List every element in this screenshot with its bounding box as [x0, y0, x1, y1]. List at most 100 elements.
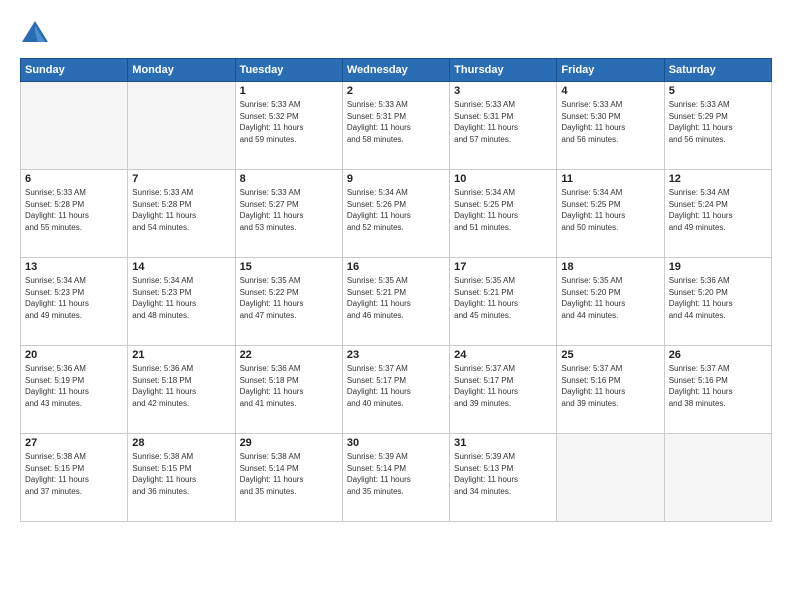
calendar-cell: 13 Sunrise: 5:34 AMSunset: 5:23 PMDayligh… — [21, 258, 128, 346]
day-info: Sunrise: 5:33 AMSunset: 5:30 PMDaylight:… — [561, 99, 659, 145]
calendar: SundayMondayTuesdayWednesdayThursdayFrid… — [20, 58, 772, 522]
day-info: Sunrise: 5:33 AMSunset: 5:28 PMDaylight:… — [25, 187, 123, 233]
calendar-week-4: 20 Sunrise: 5:36 AMSunset: 5:19 PMDayligh… — [21, 346, 772, 434]
day-info: Sunrise: 5:33 AMSunset: 5:31 PMDaylight:… — [347, 99, 445, 145]
calendar-cell: 27 Sunrise: 5:38 AMSunset: 5:15 PMDayligh… — [21, 434, 128, 522]
day-number: 8 — [240, 173, 338, 185]
day-info: Sunrise: 5:36 AMSunset: 5:18 PMDaylight:… — [132, 363, 230, 409]
calendar-week-3: 13 Sunrise: 5:34 AMSunset: 5:23 PMDayligh… — [21, 258, 772, 346]
logo — [20, 18, 56, 48]
day-number: 4 — [561, 85, 659, 97]
day-number: 3 — [454, 85, 552, 97]
calendar-cell — [664, 434, 771, 522]
day-info: Sunrise: 5:33 AMSunset: 5:32 PMDaylight:… — [240, 99, 338, 145]
calendar-cell: 20 Sunrise: 5:36 AMSunset: 5:19 PMDayligh… — [21, 346, 128, 434]
day-info: Sunrise: 5:38 AMSunset: 5:14 PMDaylight:… — [240, 451, 338, 497]
day-number: 20 — [25, 349, 123, 361]
day-number: 11 — [561, 173, 659, 185]
calendar-cell: 31 Sunrise: 5:39 AMSunset: 5:13 PMDayligh… — [450, 434, 557, 522]
day-number: 30 — [347, 437, 445, 449]
day-info: Sunrise: 5:33 AMSunset: 5:28 PMDaylight:… — [132, 187, 230, 233]
calendar-cell: 26 Sunrise: 5:37 AMSunset: 5:16 PMDayligh… — [664, 346, 771, 434]
day-info: Sunrise: 5:39 AMSunset: 5:14 PMDaylight:… — [347, 451, 445, 497]
header — [20, 18, 772, 48]
day-number: 31 — [454, 437, 552, 449]
calendar-cell: 25 Sunrise: 5:37 AMSunset: 5:16 PMDayligh… — [557, 346, 664, 434]
day-number: 6 — [25, 173, 123, 185]
day-number: 15 — [240, 261, 338, 273]
day-number: 28 — [132, 437, 230, 449]
calendar-cell: 30 Sunrise: 5:39 AMSunset: 5:14 PMDayligh… — [342, 434, 449, 522]
day-number: 24 — [454, 349, 552, 361]
calendar-cell: 9Sunrise: 5:34 AMSunset: 5:26 PMDaylight… — [342, 170, 449, 258]
day-number: 14 — [132, 261, 230, 273]
calendar-header-thursday: Thursday — [450, 59, 557, 82]
page: SundayMondayTuesdayWednesdayThursdayFrid… — [0, 0, 792, 612]
day-info: Sunrise: 5:34 AMSunset: 5:23 PMDaylight:… — [132, 275, 230, 321]
calendar-header-tuesday: Tuesday — [235, 59, 342, 82]
day-number: 10 — [454, 173, 552, 185]
calendar-cell: 29 Sunrise: 5:38 AMSunset: 5:14 PMDayligh… — [235, 434, 342, 522]
calendar-cell: 16 Sunrise: 5:35 AMSunset: 5:21 PMDayligh… — [342, 258, 449, 346]
day-number: 16 — [347, 261, 445, 273]
day-info: Sunrise: 5:38 AMSunset: 5:15 PMDaylight:… — [132, 451, 230, 497]
day-info: Sunrise: 5:37 AMSunset: 5:17 PMDaylight:… — [347, 363, 445, 409]
calendar-cell: 19Sunrise: 5:36 AMSunset: 5:20 PMDayligh… — [664, 258, 771, 346]
day-info: Sunrise: 5:37 AMSunset: 5:16 PMDaylight:… — [561, 363, 659, 409]
day-info: Sunrise: 5:34 AMSunset: 5:23 PMDaylight:… — [25, 275, 123, 321]
day-number: 27 — [25, 437, 123, 449]
calendar-cell: 21 Sunrise: 5:36 AMSunset: 5:18 PMDayligh… — [128, 346, 235, 434]
calendar-header-friday: Friday — [557, 59, 664, 82]
day-number: 13 — [25, 261, 123, 273]
calendar-cell: 22 Sunrise: 5:36 AMSunset: 5:18 PMDayligh… — [235, 346, 342, 434]
day-info: Sunrise: 5:37 AMSunset: 5:16 PMDaylight:… — [669, 363, 767, 409]
day-info: Sunrise: 5:34 AMSunset: 5:25 PMDaylight:… — [561, 187, 659, 233]
calendar-cell: 3 Sunrise: 5:33 AMSunset: 5:31 PMDaylight… — [450, 82, 557, 170]
calendar-cell — [128, 82, 235, 170]
calendar-cell: 28 Sunrise: 5:38 AMSunset: 5:15 PMDayligh… — [128, 434, 235, 522]
day-number: 18 — [561, 261, 659, 273]
day-info: Sunrise: 5:34 AMSunset: 5:25 PMDaylight:… — [454, 187, 552, 233]
day-number: 17 — [454, 261, 552, 273]
day-number: 7 — [132, 173, 230, 185]
day-number: 12 — [669, 173, 767, 185]
calendar-week-2: 6 Sunrise: 5:33 AMSunset: 5:28 PMDaylight… — [21, 170, 772, 258]
calendar-header-sunday: Sunday — [21, 59, 128, 82]
calendar-header-row: SundayMondayTuesdayWednesdayThursdayFrid… — [21, 59, 772, 82]
day-number: 5 — [669, 85, 767, 97]
logo-icon — [20, 18, 50, 48]
calendar-cell — [557, 434, 664, 522]
day-info: Sunrise: 5:38 AMSunset: 5:15 PMDaylight:… — [25, 451, 123, 497]
calendar-cell: 23 Sunrise: 5:37 AMSunset: 5:17 PMDayligh… — [342, 346, 449, 434]
day-number: 2 — [347, 85, 445, 97]
calendar-cell: 2 Sunrise: 5:33 AMSunset: 5:31 PMDaylight… — [342, 82, 449, 170]
day-number: 22 — [240, 349, 338, 361]
calendar-cell: 11 Sunrise: 5:34 AMSunset: 5:25 PMDayligh… — [557, 170, 664, 258]
day-info: Sunrise: 5:35 AMSunset: 5:21 PMDaylight:… — [454, 275, 552, 321]
day-number: 25 — [561, 349, 659, 361]
day-info: Sunrise: 5:33 AMSunset: 5:31 PMDaylight:… — [454, 99, 552, 145]
calendar-header-wednesday: Wednesday — [342, 59, 449, 82]
day-number: 23 — [347, 349, 445, 361]
day-info: Sunrise: 5:39 AMSunset: 5:13 PMDaylight:… — [454, 451, 552, 497]
calendar-cell: 10 Sunrise: 5:34 AMSunset: 5:25 PMDayligh… — [450, 170, 557, 258]
day-info: Sunrise: 5:36 AMSunset: 5:18 PMDaylight:… — [240, 363, 338, 409]
day-info: Sunrise: 5:34 AMSunset: 5:26 PMDaylight:… — [347, 187, 445, 233]
calendar-cell: 6 Sunrise: 5:33 AMSunset: 5:28 PMDaylight… — [21, 170, 128, 258]
day-info: Sunrise: 5:36 AMSunset: 5:19 PMDaylight:… — [25, 363, 123, 409]
day-number: 29 — [240, 437, 338, 449]
day-info: Sunrise: 5:35 AMSunset: 5:20 PMDaylight:… — [561, 275, 659, 321]
day-info: Sunrise: 5:33 AMSunset: 5:29 PMDaylight:… — [669, 99, 767, 145]
calendar-cell: 8Sunrise: 5:33 AMSunset: 5:27 PMDaylight… — [235, 170, 342, 258]
day-info: Sunrise: 5:35 AMSunset: 5:21 PMDaylight:… — [347, 275, 445, 321]
day-number: 21 — [132, 349, 230, 361]
day-number: 26 — [669, 349, 767, 361]
calendar-cell: 17 Sunrise: 5:35 AMSunset: 5:21 PMDayligh… — [450, 258, 557, 346]
calendar-cell: 15Sunrise: 5:35 AMSunset: 5:22 PMDayligh… — [235, 258, 342, 346]
calendar-week-5: 27 Sunrise: 5:38 AMSunset: 5:15 PMDayligh… — [21, 434, 772, 522]
calendar-week-1: 1Sunrise: 5:33 AMSunset: 5:32 PMDaylight… — [21, 82, 772, 170]
calendar-cell: 5 Sunrise: 5:33 AMSunset: 5:29 PMDaylight… — [664, 82, 771, 170]
calendar-cell: 24Sunrise: 5:37 AMSunset: 5:17 PMDayligh… — [450, 346, 557, 434]
calendar-cell — [21, 82, 128, 170]
calendar-cell: 7 Sunrise: 5:33 AMSunset: 5:28 PMDaylight… — [128, 170, 235, 258]
